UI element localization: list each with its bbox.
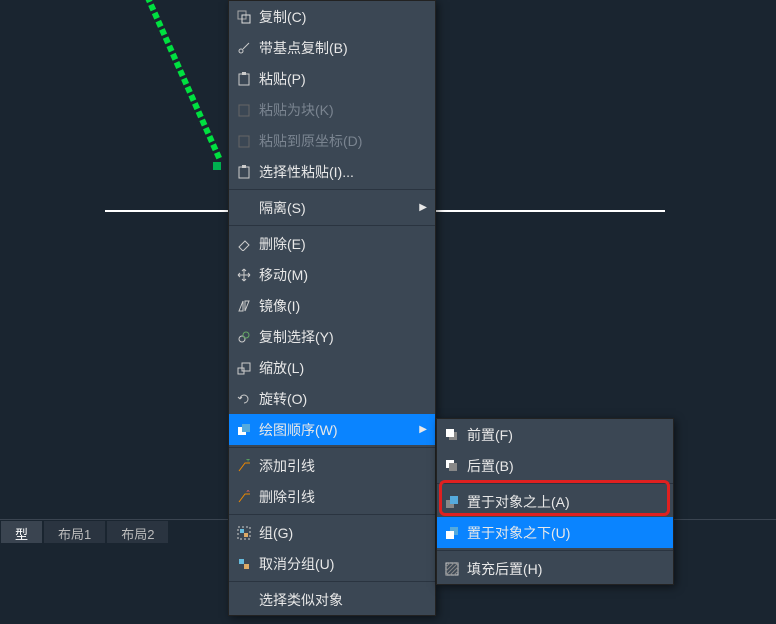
- menu-separator: [437, 483, 673, 484]
- menu-scale[interactable]: 缩放(L): [229, 352, 435, 383]
- paste-orig-icon: [236, 133, 252, 149]
- menu-label: 粘贴为块(K): [259, 100, 427, 120]
- tab-model[interactable]: 型: [0, 520, 43, 544]
- menu-addleader[interactable]: + 添加引线: [229, 450, 435, 481]
- menu-mirror[interactable]: 镜像(I): [229, 290, 435, 321]
- submenu-back[interactable]: 后置(B): [437, 450, 673, 481]
- menu-label: 旋转(O): [259, 389, 427, 409]
- menu-separator: [437, 550, 673, 551]
- menu-separator: [229, 447, 435, 448]
- group-icon: [236, 525, 252, 541]
- basepoint-copy-icon: [236, 40, 252, 56]
- menu-draworder[interactable]: 绘图顺序(W) ▶: [229, 414, 435, 445]
- menu-label: 选择性粘贴(I)...: [259, 162, 427, 182]
- menu-ungroup[interactable]: 取消分组(U): [229, 548, 435, 579]
- menu-paste[interactable]: 粘贴(P): [229, 63, 435, 94]
- menu-paste-special[interactable]: 选择性粘贴(I)...: [229, 156, 435, 187]
- below-icon: [444, 525, 460, 541]
- menu-basepoint-copy[interactable]: 带基点复制(B): [229, 32, 435, 63]
- layout-tabs: 型 布局1 布局2: [0, 520, 169, 544]
- menu-removeleader[interactable]: × 删除引线: [229, 481, 435, 512]
- menu-select-similar[interactable]: 选择类似对象: [229, 584, 435, 615]
- menu-label: 取消分组(U): [259, 554, 427, 574]
- submenu-arrow-icon: ▶: [419, 202, 427, 213]
- menu-copy[interactable]: 复制(C): [229, 1, 435, 32]
- menu-label: 复制选择(Y): [259, 327, 427, 347]
- copysel-icon: [236, 329, 252, 345]
- front-icon: [444, 427, 460, 443]
- submenu-front[interactable]: 前置(F): [437, 419, 673, 450]
- menu-label: 绘图顺序(W): [259, 420, 411, 440]
- paste-special-icon: [236, 164, 252, 180]
- submenu-above[interactable]: 置于对象之上(A): [437, 486, 673, 517]
- menu-separator: [229, 581, 435, 582]
- selection-handle[interactable]: [213, 162, 221, 170]
- removeleader-icon: ×: [236, 489, 252, 505]
- menu-paste-orig: 粘贴到原坐标(D): [229, 125, 435, 156]
- rotate-icon: [236, 391, 252, 407]
- menu-label: 添加引线: [259, 456, 427, 476]
- menu-separator: [229, 189, 435, 190]
- menu-copysel[interactable]: 复制选择(Y): [229, 321, 435, 352]
- menu-label: 移动(M): [259, 265, 427, 285]
- hatch-back-icon: [444, 561, 460, 577]
- submenu-arrow-icon: ▶: [419, 424, 427, 435]
- addleader-icon: +: [236, 458, 252, 474]
- menu-label: 镜像(I): [259, 296, 427, 316]
- svg-text:+: +: [246, 459, 250, 464]
- menu-label: 粘贴(P): [259, 69, 427, 89]
- menu-label: 缩放(L): [259, 358, 427, 378]
- submenu-label: 置于对象之下(U): [467, 523, 665, 543]
- menu-label: 组(G): [259, 523, 427, 543]
- move-icon: [236, 267, 252, 283]
- tab-layout1[interactable]: 布局1: [43, 520, 106, 544]
- menu-move[interactable]: 移动(M): [229, 259, 435, 290]
- paste-block-icon: [236, 102, 252, 118]
- menu-erase[interactable]: 删除(E): [229, 228, 435, 259]
- ungroup-icon: [236, 556, 252, 572]
- menu-label: 删除(E): [259, 234, 427, 254]
- scale-icon: [236, 360, 252, 376]
- submenu-label: 填充后置(H): [467, 559, 665, 579]
- back-icon: [444, 458, 460, 474]
- submenu-below[interactable]: 置于对象之下(U): [437, 517, 673, 548]
- menu-separator: [229, 514, 435, 515]
- mirror-icon: [236, 298, 252, 314]
- draworder-icon: [236, 422, 252, 438]
- menu-separator: [229, 225, 435, 226]
- menu-label: 带基点复制(B): [259, 38, 427, 58]
- draworder-submenu: 前置(F) 后置(B) 置于对象之上(A) 置于对象之下(U) 填充后置(H): [436, 418, 674, 585]
- tab-layout2[interactable]: 布局2: [106, 520, 169, 544]
- context-menu: 复制(C) 带基点复制(B) 粘贴(P) 粘贴为块(K) 粘贴到原坐标(D) 选…: [228, 0, 436, 616]
- submenu-label: 前置(F): [467, 425, 665, 445]
- submenu-label: 后置(B): [467, 456, 665, 476]
- copy-icon: [236, 9, 252, 25]
- submenu-label: 置于对象之上(A): [467, 492, 665, 512]
- menu-label: 粘贴到原坐标(D): [259, 131, 427, 151]
- menu-label: 隔离(S): [259, 198, 411, 218]
- menu-rotate[interactable]: 旋转(O): [229, 383, 435, 414]
- menu-label: 复制(C): [259, 7, 427, 27]
- menu-group[interactable]: 组(G): [229, 517, 435, 548]
- submenu-hatch-back[interactable]: 填充后置(H): [437, 553, 673, 584]
- svg-text:×: ×: [246, 490, 250, 495]
- menu-label: 删除引线: [259, 487, 427, 507]
- menu-label: 选择类似对象: [259, 590, 427, 610]
- erase-icon: [236, 236, 252, 252]
- paste-icon: [236, 71, 252, 87]
- menu-paste-block: 粘贴为块(K): [229, 94, 435, 125]
- menu-isolate[interactable]: 隔离(S) ▶: [229, 192, 435, 223]
- above-icon: [444, 494, 460, 510]
